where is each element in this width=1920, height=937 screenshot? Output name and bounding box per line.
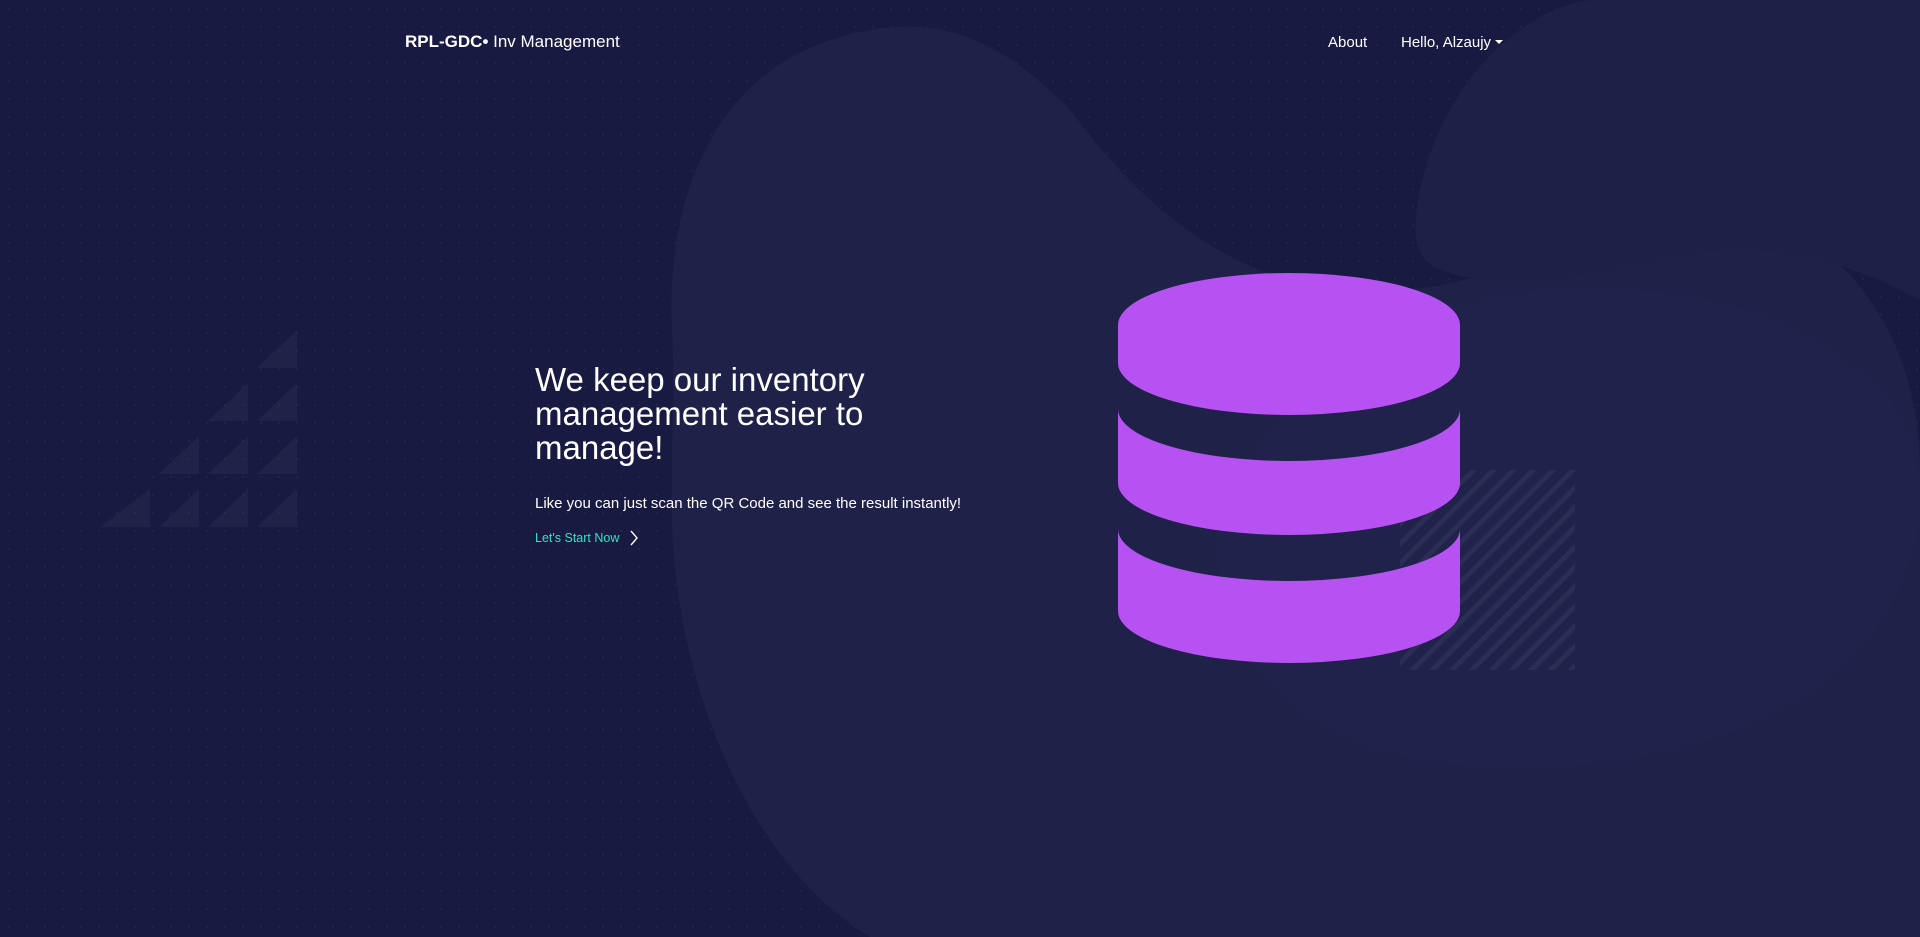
navbar: RPL-GDC• Inv Management About Hello, Alz… — [405, 0, 1504, 84]
database-icon — [1118, 273, 1460, 663]
caret-down-icon — [1495, 40, 1504, 44]
hero-subtitle: Like you can just scan the QR Code and s… — [535, 495, 962, 512]
triangle-pattern — [100, 330, 297, 527]
user-greeting: Hello, Alzaujy — [1401, 34, 1492, 51]
hero-section: We keep our inventory management easier … — [535, 363, 995, 547]
brand-subtitle: Inv Management — [488, 32, 620, 51]
chevron-right-icon — [630, 530, 639, 546]
brand-name: RPL-GDC• — [405, 32, 489, 51]
user-menu-dropdown[interactable]: Hello, Alzaujy — [1401, 34, 1504, 51]
start-now-label: Let's Start Now — [535, 531, 620, 545]
hero-title: We keep our inventory management easier … — [535, 361, 865, 466]
start-now-link[interactable]: Let's Start Now — [535, 530, 639, 546]
landing-page: RPL-GDC• Inv Management About Hello, Alz… — [0, 0, 1920, 937]
nav-about-link[interactable]: About — [1328, 34, 1367, 51]
brand-logo[interactable]: RPL-GDC• Inv Management — [405, 32, 620, 52]
